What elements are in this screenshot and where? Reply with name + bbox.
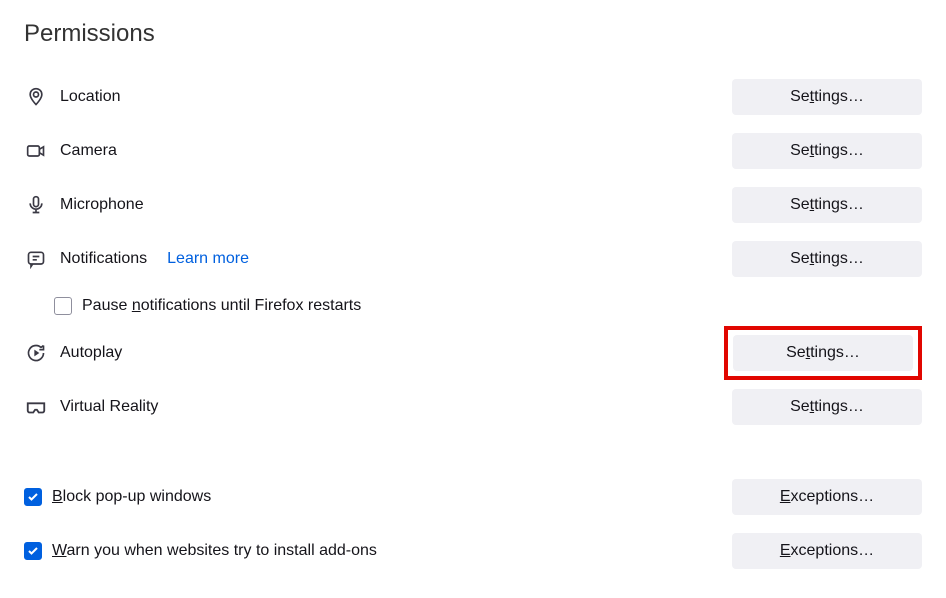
block-popups-label: Block pop-up windows bbox=[52, 488, 211, 506]
pause-notifications-label: Pause notifications until Firefox restar… bbox=[82, 297, 361, 315]
row-autoplay: Autoplay Settings… bbox=[24, 326, 922, 380]
warn-addons-exceptions-button[interactable]: Exceptions… bbox=[732, 533, 922, 569]
row-block-popups: Block pop-up windows Exceptions… bbox=[24, 470, 922, 524]
notifications-label: Notifications bbox=[60, 250, 147, 268]
block-popups-checkbox[interactable] bbox=[24, 488, 42, 506]
autoplay-icon bbox=[24, 341, 48, 365]
row-pause-notifications: Pause notifications until Firefox restar… bbox=[24, 286, 922, 326]
microphone-settings-button[interactable]: Settings… bbox=[732, 187, 922, 223]
warn-addons-checkbox[interactable] bbox=[24, 542, 42, 560]
vr-icon bbox=[24, 395, 48, 419]
row-notifications: Notifications Learn more Settings… bbox=[24, 232, 922, 286]
notifications-settings-button[interactable]: Settings… bbox=[732, 241, 922, 277]
location-icon bbox=[24, 85, 48, 109]
vr-label: Virtual Reality bbox=[60, 398, 158, 416]
autoplay-settings-highlight: Settings… bbox=[724, 326, 922, 380]
pause-notifications-checkbox[interactable] bbox=[54, 297, 72, 315]
section-title: Permissions bbox=[24, 20, 922, 48]
row-location: Location Settings… bbox=[24, 70, 922, 124]
microphone-label: Microphone bbox=[60, 196, 144, 214]
camera-icon bbox=[24, 139, 48, 163]
autoplay-settings-button[interactable]: Settings… bbox=[733, 335, 913, 371]
row-microphone: Microphone Settings… bbox=[24, 178, 922, 232]
row-camera: Camera Settings… bbox=[24, 124, 922, 178]
block-popups-exceptions-button[interactable]: Exceptions… bbox=[732, 479, 922, 515]
location-settings-button[interactable]: Settings… bbox=[732, 79, 922, 115]
row-vr: Virtual Reality Settings… bbox=[24, 380, 922, 434]
camera-settings-button[interactable]: Settings… bbox=[732, 133, 922, 169]
camera-label: Camera bbox=[60, 142, 117, 160]
location-label: Location bbox=[60, 88, 121, 106]
notifications-icon bbox=[24, 247, 48, 271]
row-warn-addons: Warn you when websites try to install ad… bbox=[24, 524, 922, 578]
notifications-learn-more-link[interactable]: Learn more bbox=[167, 250, 249, 268]
autoplay-label: Autoplay bbox=[60, 344, 122, 362]
vr-settings-button[interactable]: Settings… bbox=[732, 389, 922, 425]
warn-addons-label: Warn you when websites try to install ad… bbox=[52, 542, 377, 560]
microphone-icon bbox=[24, 193, 48, 217]
